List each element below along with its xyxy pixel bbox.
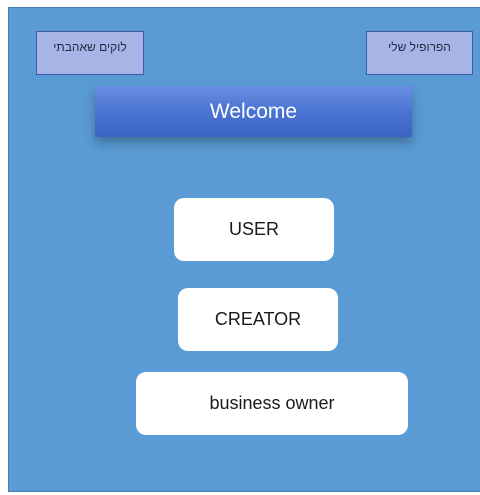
welcome-title: Welcome (209, 99, 298, 123)
welcome-banner: Welcome (95, 86, 412, 137)
my-profile-button[interactable]: הפרופיל שלי (366, 31, 473, 75)
app-screen: לוקים שאהבתי הפרופיל שלי Welcome USER CR… (8, 7, 480, 492)
liked-places-button[interactable]: לוקים שאהבתי (36, 31, 144, 75)
my-profile-label: הפרופיל שלי (388, 40, 451, 54)
business-owner-role-button[interactable]: business owner (136, 372, 408, 435)
liked-places-label: לוקים שאהבתי (53, 40, 127, 54)
creator-role-button[interactable]: CREATOR (178, 288, 338, 351)
user-role-button[interactable]: USER (174, 198, 334, 261)
user-role-label: USER (228, 219, 279, 239)
creator-role-label: CREATOR (214, 309, 302, 329)
business-owner-role-label: business owner (209, 393, 335, 413)
